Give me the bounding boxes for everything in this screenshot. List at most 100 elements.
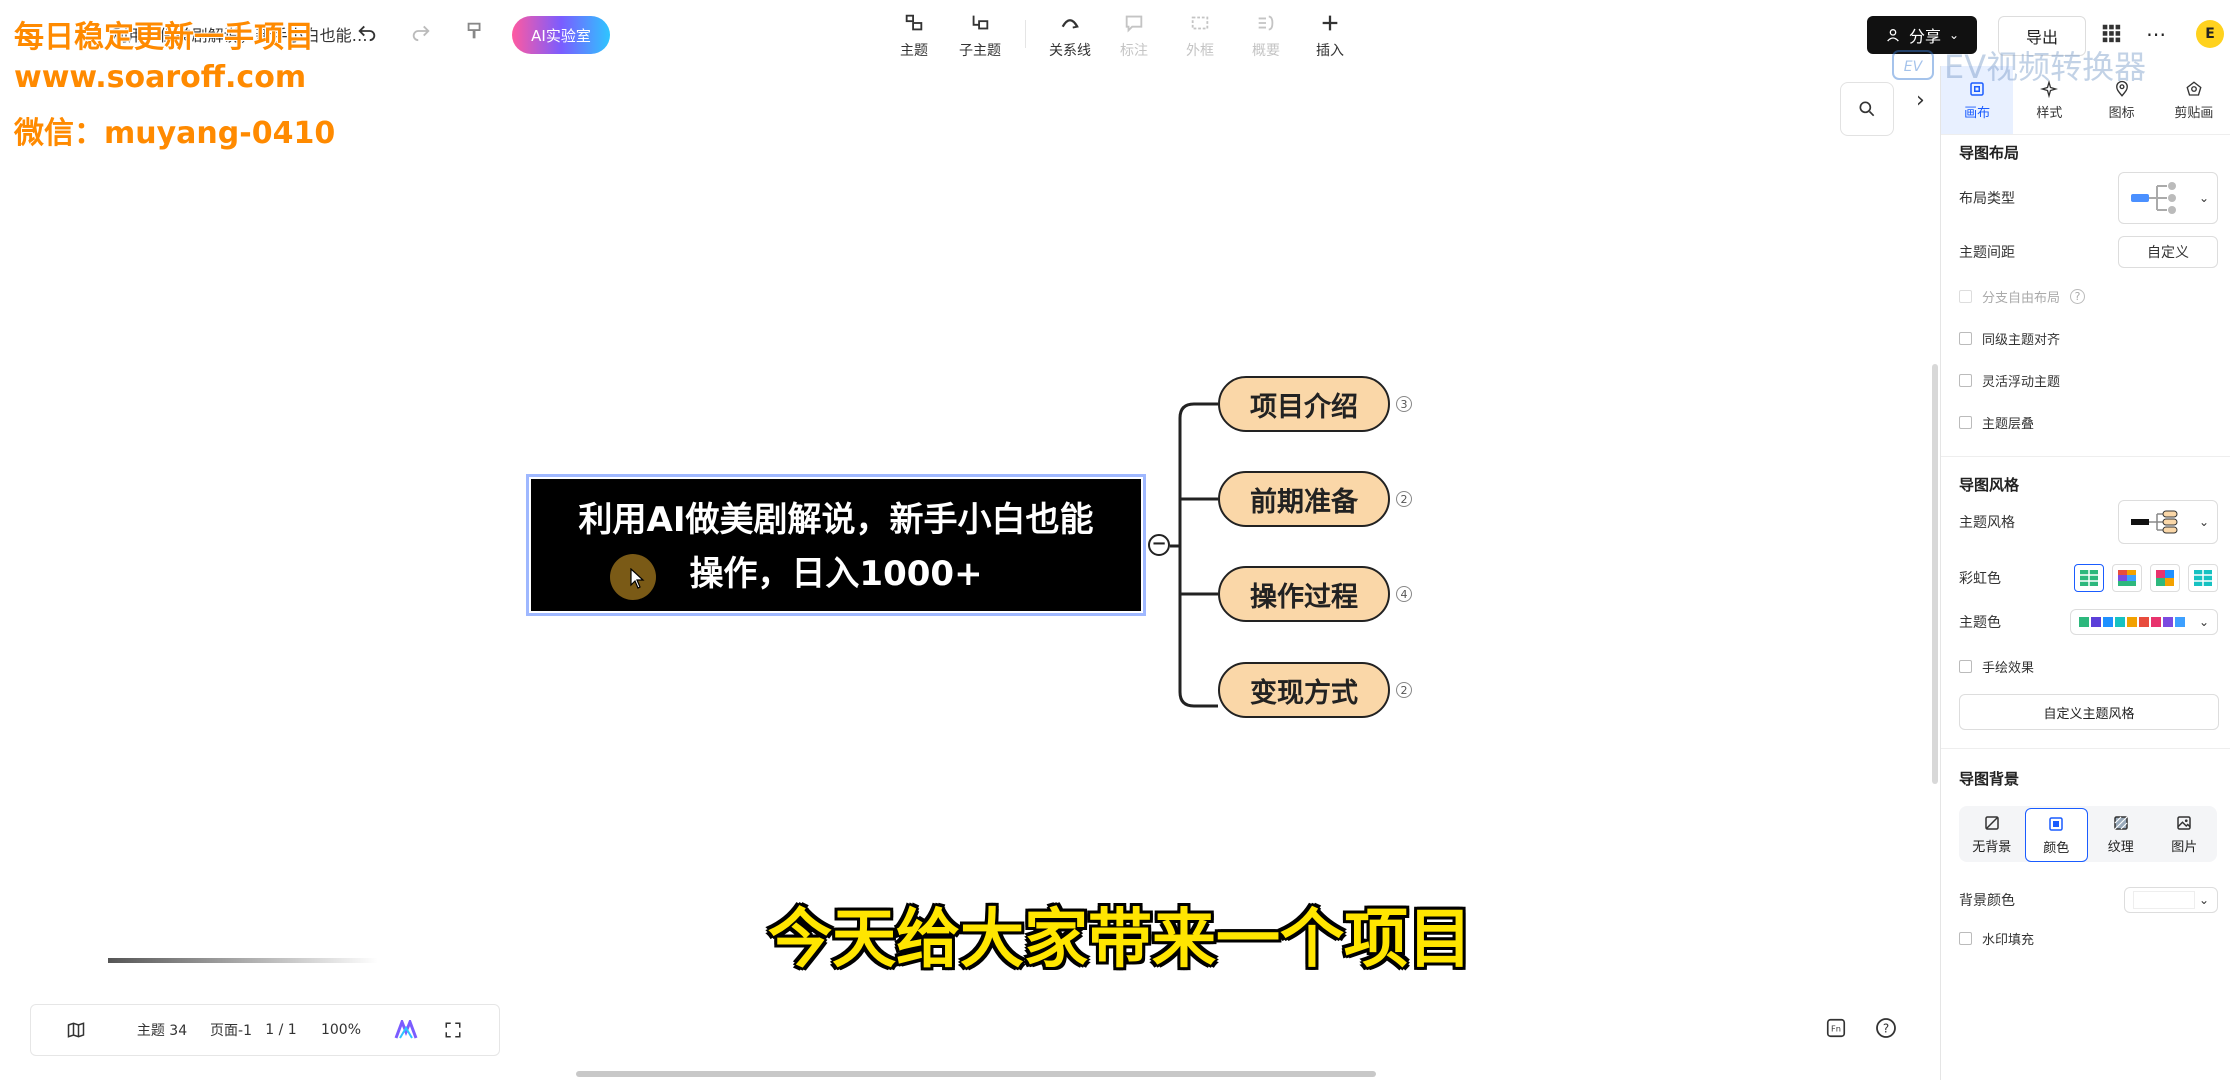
bg-color-select[interactable]: ⌄ — [2124, 887, 2218, 913]
function-key-icon[interactable]: Fn — [1818, 1010, 1854, 1046]
custom-theme-button[interactable]: 自定义主题风格 — [1959, 694, 2219, 730]
boundary-button[interactable]: 外框 — [1170, 12, 1230, 60]
section-title-background: 导图背景 — [1959, 770, 2020, 788]
search-icon — [1859, 101, 1875, 117]
bg-tab-none[interactable]: 无背景 — [1961, 808, 2023, 860]
root-topic-line1: 利用AI做美剧解说，新手小白也能 — [578, 500, 1094, 540]
more-icon[interactable]: ⋯ — [2146, 22, 2167, 46]
checkbox-label: 同级主题对齐 — [1982, 332, 2061, 348]
theme-color-select[interactable]: ⌄ — [2070, 609, 2218, 635]
map-overview-icon[interactable] — [31, 1020, 121, 1040]
chevron-down-icon: ⌄ — [2198, 515, 2209, 529]
summary-label: 概要 — [1252, 43, 1280, 59]
align-same-checkbox[interactable]: 同级主题对齐 — [1959, 329, 2060, 348]
bg-tab-image[interactable]: 图片 — [2154, 808, 2216, 860]
panel-collapse-icon[interactable]: › — [1916, 88, 1925, 113]
svg-text:?: ? — [1883, 1022, 1889, 1036]
relation-label: 关系线 — [1049, 43, 1091, 59]
child-count-badge[interactable]: 2 — [1396, 682, 1412, 698]
mouse-pointer-icon — [630, 567, 646, 594]
section-title-style: 导图风格 — [1959, 476, 2020, 494]
boundary-icon — [1191, 16, 1209, 30]
overlap-checkbox[interactable]: 主题层叠 — [1959, 413, 2034, 432]
help-icon[interactable]: ? — [1868, 1010, 1904, 1046]
layout-type-row: 布局类型 ⌄ — [1959, 172, 2218, 224]
bg-tab-label: 纹理 — [2107, 839, 2134, 855]
branch-topic[interactable]: 项目介绍 — [1218, 376, 1390, 432]
tab-label: 剪贴画 — [2174, 105, 2214, 121]
rainbow-option[interactable] — [2188, 564, 2218, 592]
float-topic-checkbox[interactable]: 灵活浮动主题 — [1959, 371, 2060, 390]
theme-style-row: 主题风格 ⌄ — [1959, 500, 2218, 544]
relation-line-icon — [1061, 19, 1079, 29]
collapse-toggle[interactable]: − — [1148, 534, 1170, 556]
rainbow-options — [2074, 564, 2218, 592]
align-same-row: 同级主题对齐 — [1959, 322, 2218, 354]
mark-button[interactable]: 标注 — [1104, 12, 1164, 60]
insert-button[interactable]: 插入 — [1300, 12, 1360, 60]
background-tabs: 无背景 颜色 纹理 图片 — [1959, 806, 2217, 862]
ev-logo-text: EV视频转换器 — [1944, 48, 2147, 86]
page-label[interactable]: 页面-1 — [203, 1020, 259, 1040]
watermark-fill-checkbox[interactable]: 水印填充 — [1959, 929, 2034, 948]
watermark-fill-row: 水印填充 — [1959, 922, 2218, 954]
palette-swatch — [2127, 617, 2137, 627]
theme-color-row: 主题色 ⌄ — [1959, 606, 2218, 638]
horizontal-scrollbar[interactable] — [576, 1071, 1376, 1077]
tab-label: 画布 — [1964, 105, 1991, 121]
subtopic-button[interactable]: 子主题 — [950, 12, 1010, 60]
child-count-badge[interactable]: 4 — [1396, 586, 1412, 602]
hand-drawn-checkbox[interactable]: 手绘效果 — [1959, 657, 2034, 676]
layout-type-select[interactable]: ⌄ — [2118, 172, 2218, 224]
checkbox-box — [1959, 931, 1972, 945]
palette-swatch — [2079, 617, 2089, 627]
topic-button[interactable]: 主题 — [884, 12, 944, 60]
topic-icon — [905, 14, 923, 31]
zoom-level[interactable]: 100% — [303, 1022, 379, 1038]
tab-label: 图标 — [2108, 105, 2135, 121]
vertical-scrollbar[interactable] — [1932, 364, 1938, 784]
hand-drawn-row: 手绘效果 — [1959, 650, 2218, 682]
child-count-badge[interactable]: 3 — [1396, 396, 1412, 412]
toolbar-divider — [1025, 20, 1026, 48]
format-panel: 画布 样式 图标 剪贴画 导图布局 布局类型 ⌄ 主题间距 自定义 分支自由布局… — [1940, 66, 2230, 1080]
topic-spacing-row: 主题间距 自定义 — [1959, 236, 2218, 268]
relation-button[interactable]: 关系线 — [1040, 12, 1100, 60]
palette-swatch — [2163, 617, 2173, 627]
topic-spacing-button[interactable]: 自定义 — [2118, 236, 2218, 268]
rainbow-option[interactable] — [2112, 564, 2142, 592]
theme-style-select[interactable]: ⌄ — [2118, 500, 2218, 544]
checkbox-label: 手绘效果 — [1982, 660, 2035, 676]
comment-icon — [1125, 15, 1143, 33]
clipart-icon — [2186, 80, 2202, 96]
subtopic-label: 子主题 — [959, 43, 1001, 59]
undo-icon[interactable] — [356, 20, 378, 46]
branch-topic[interactable]: 前期准备 — [1218, 471, 1390, 527]
info-icon[interactable]: ? — [2070, 288, 2086, 304]
summary-button[interactable]: 概要 — [1236, 12, 1296, 60]
no-background-icon — [1985, 815, 1999, 830]
child-count-badge[interactable]: 2 — [1396, 491, 1412, 507]
checkbox-box — [1959, 415, 1972, 429]
bg-tab-color[interactable]: 颜色 — [2024, 808, 2088, 862]
ai-lab-button[interactable]: AI实验室 — [512, 16, 610, 54]
palette-swatch — [2103, 617, 2113, 627]
redo-icon[interactable] — [410, 20, 432, 46]
rainbow-option[interactable] — [2150, 564, 2180, 592]
watermark-line-3: 微信：muyang-0410 — [14, 116, 336, 151]
ai-logo-icon[interactable] — [379, 1020, 433, 1040]
branch-free-checkbox[interactable]: 分支自由布局? — [1959, 287, 2086, 306]
watermark-line-2: www.soaroff.com — [14, 60, 307, 95]
branch-topic[interactable]: 操作过程 — [1218, 566, 1390, 622]
bg-tab-texture[interactable]: 纹理 — [2090, 808, 2152, 860]
format-painter-icon[interactable] — [464, 20, 486, 46]
canvas-search-button[interactable] — [1840, 82, 1894, 136]
user-icon — [1887, 29, 1899, 42]
checkbox-label: 主题层叠 — [1982, 416, 2035, 432]
rainbow-option[interactable] — [2074, 564, 2104, 592]
rainbow-row: 彩虹色 — [1959, 562, 2218, 594]
avatar[interactable]: E — [2196, 20, 2224, 48]
branch-topic[interactable]: 变现方式 — [1218, 662, 1390, 718]
fullscreen-icon[interactable] — [433, 1021, 473, 1039]
tab-clipart[interactable]: 剪贴画 — [2158, 66, 2230, 134]
